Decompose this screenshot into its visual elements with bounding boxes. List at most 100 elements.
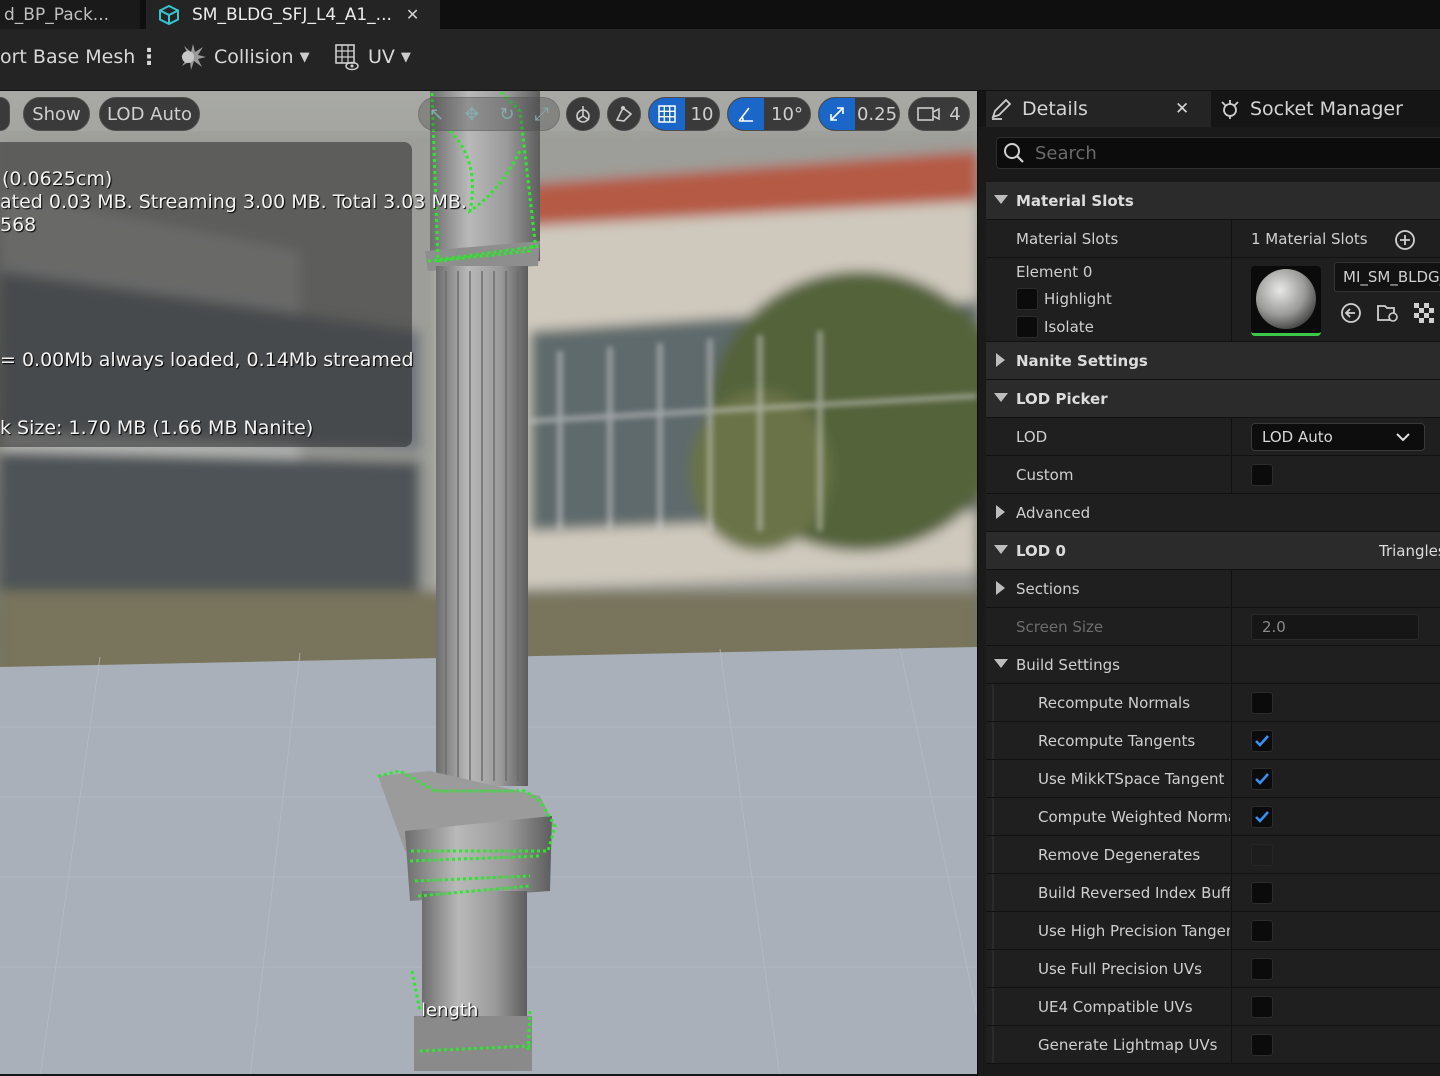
static-mesh-icon — [159, 4, 179, 25]
tab-label: SM_BLDG_SFJ_L4_A1_... — [192, 4, 392, 25]
highlight-row: Highlight — [1016, 288, 1112, 310]
isolate-checkbox[interactable] — [1016, 316, 1038, 338]
custom-checkbox[interactable] — [1251, 464, 1273, 486]
uv-label: UV — [368, 46, 395, 68]
category-build-settings[interactable]: Build Settings — [986, 646, 1440, 684]
build-setting-checkbox[interactable] — [1251, 996, 1273, 1018]
tab-static-mesh[interactable]: SM_BLDG_SFJ_L4_A1_... ✕ — [146, 0, 440, 29]
tab-blueprint-pack[interactable]: d_BP_Pack... — [0, 0, 140, 29]
editor-tab-bar: d_BP_Pack... SM_BLDG_SFJ_L4_A1_... ✕ — [0, 0, 1440, 29]
build-setting-checkbox[interactable] — [1251, 806, 1273, 828]
expand-arrow-icon — [996, 505, 1005, 519]
more-options-icon[interactable]: ⋮ — [138, 29, 160, 85]
show-menu-button[interactable]: Show — [23, 97, 90, 131]
uv-menu-button[interactable]: UV ▼ — [334, 29, 411, 85]
panel-tabs: Details ✕ Socket Manager — [978, 91, 1440, 127]
build-setting-row: Recompute Normals — [986, 684, 1440, 722]
property-label: Recompute Normals — [1038, 694, 1191, 712]
select-tool-icon[interactable]: ↖ — [429, 104, 444, 125]
transform-tools: ↖ ✥ ↻ ⤢ — [418, 97, 560, 131]
screen-size-input[interactable]: 2.0 — [1251, 614, 1419, 640]
mesh-viewport[interactable]: Show LOD Auto ↖ ✥ ↻ ⤢ 10 10° 0.25 4 (0.0… — [0, 91, 977, 1074]
grid-snap-icon — [649, 98, 685, 130]
browse-asset-icon[interactable] — [1376, 302, 1400, 324]
world-local-toggle-icon[interactable] — [566, 97, 600, 131]
collapse-arrow-icon — [994, 195, 1008, 204]
chevron-down-icon — [1396, 433, 1410, 442]
build-setting-row: Use MikkTSpace Tangent Sp — [986, 760, 1440, 798]
category-nanite-settings[interactable]: Nanite Settings — [986, 342, 1440, 380]
tab-socket-manager[interactable]: Socket Manager — [1218, 91, 1403, 127]
build-setting-checkbox[interactable] — [1251, 958, 1273, 980]
collision-menu-button[interactable]: Collision ▼ — [178, 29, 310, 85]
property-label: Compute Weighted Normals — [1038, 808, 1230, 826]
scale-snap-icon — [819, 98, 855, 130]
highlight-checkbox[interactable] — [1016, 288, 1038, 310]
isolate-label: Isolate — [1044, 318, 1094, 336]
grid-snap-button[interactable]: 10 — [648, 97, 720, 131]
material-asset-picker[interactable]: MI_SM_BLDG_ — [1334, 262, 1440, 292]
add-circle-icon[interactable] — [1394, 229, 1416, 251]
reimport-base-mesh-button[interactable]: ort Base Mesh — [0, 29, 135, 85]
collision-label: Collision — [214, 46, 294, 68]
category-label: Nanite Settings — [1016, 352, 1148, 370]
material-name: MI_SM_BLDG_ — [1343, 268, 1440, 286]
scale-snap-button[interactable]: 0.25 — [818, 97, 900, 131]
property-label: Sections — [1016, 580, 1080, 598]
camera-speed-value: 4 — [949, 103, 961, 125]
scale-tool-icon[interactable]: ⤢ — [535, 104, 549, 125]
stat-line: 568 — [0, 214, 37, 236]
use-selected-asset-icon[interactable] — [1340, 302, 1362, 324]
lod-menu-button[interactable]: LOD Auto — [99, 97, 200, 131]
search-input[interactable]: Search — [996, 137, 1440, 169]
chevron-down-icon: ▼ — [299, 49, 310, 65]
element-label: Element 0 — [1016, 263, 1093, 281]
socket-icon — [1221, 100, 1239, 119]
lod-dropdown[interactable]: LOD Auto — [1251, 423, 1425, 451]
build-setting-row: Compute Weighted Normals — [986, 798, 1440, 836]
expand-arrow-icon — [996, 581, 1005, 595]
rotation-snap-button[interactable]: 10° — [727, 97, 811, 131]
build-setting-row: Remove Degenerates — [986, 836, 1440, 874]
property-label: Use MikkTSpace Tangent Sp — [1038, 770, 1230, 788]
checkmark-icon — [1255, 811, 1269, 823]
rotation-snap-icon — [728, 98, 764, 130]
translate-tool-icon[interactable]: ✥ — [464, 104, 479, 125]
build-setting-checkbox[interactable] — [1251, 844, 1273, 866]
show-label: Show — [32, 103, 81, 125]
property-label: Use High Precision Tangent B — [1038, 922, 1230, 940]
property-label: Remove Degenerates — [1038, 846, 1201, 864]
build-setting-checkbox[interactable] — [1251, 882, 1273, 904]
checkmark-icon — [1255, 735, 1269, 747]
tab-details[interactable]: Details ✕ — [986, 91, 1211, 127]
category-advanced[interactable]: Advanced — [986, 494, 1440, 532]
category-lod-0[interactable]: LOD 0 Triangles — [986, 532, 1440, 570]
category-sections[interactable]: Sections — [986, 570, 1440, 608]
stats-overlay: (0.0625cm) ated 0.03 MB. Streaming 3.00 … — [0, 142, 467, 447]
build-setting-checkbox[interactable] — [1251, 920, 1273, 942]
category-material-slots[interactable]: Material Slots — [986, 182, 1440, 220]
stat-line: (0.0625cm) — [2, 168, 113, 190]
build-setting-checkbox[interactable] — [1251, 730, 1273, 752]
category-lod-picker[interactable]: LOD Picker — [986, 380, 1440, 418]
details-panel: Details ✕ Socket Manager Search Material… — [977, 91, 1440, 1076]
surface-snap-icon[interactable] — [607, 97, 641, 131]
close-tab-icon[interactable]: ✕ — [406, 5, 419, 24]
viewport-options-button[interactable] — [0, 97, 10, 131]
build-setting-row: Recompute Tangents — [986, 722, 1440, 760]
category-label: LOD 0 — [1016, 542, 1066, 560]
camera-speed-button[interactable]: 4 — [908, 97, 970, 131]
collapse-arrow-icon — [994, 545, 1008, 554]
property-label: UE4 Compatible UVs — [1038, 998, 1193, 1016]
checker-texture-icon[interactable] — [1414, 303, 1434, 323]
close-icon[interactable]: ✕ — [1175, 99, 1189, 119]
build-setting-row: Generate Lightmap UVs — [986, 1026, 1440, 1064]
rotate-tool-icon[interactable]: ↻ — [499, 104, 514, 125]
build-setting-checkbox[interactable] — [1251, 768, 1273, 790]
property-label: Screen Size — [1016, 618, 1104, 636]
material-thumbnail[interactable] — [1251, 266, 1321, 336]
build-setting-checkbox[interactable] — [1251, 692, 1273, 714]
stat-line: k Size: 1.70 MB (1.66 MB Nanite) — [0, 417, 314, 439]
build-setting-checkbox[interactable] — [1251, 1034, 1273, 1056]
property-list: Material Slots Material Slots 1 Material… — [986, 182, 1440, 1064]
